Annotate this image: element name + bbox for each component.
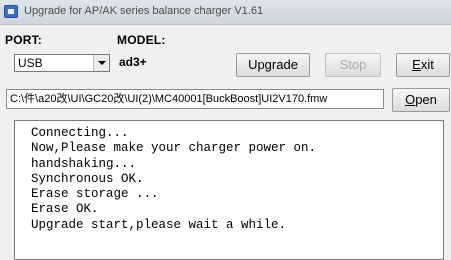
firmware-path-field[interactable]: C:\件\a20改\UI\GC20改\UI(2)\MC40001[BuckBoo… [6, 89, 384, 109]
log-line: Erase storage ... [31, 187, 159, 202]
open-button[interactable]: Open [392, 88, 450, 112]
stop-button[interactable]: Stop [325, 53, 381, 77]
log-line: Upgrade start,please wait a while. [31, 217, 287, 232]
log-line: Now,Please make your charger power on. [31, 141, 317, 156]
port-select-value: USB [18, 56, 43, 70]
model-label: MODEL: [117, 33, 166, 47]
log-line: Synchronous OK. [31, 171, 144, 186]
log-line: handshaking... [31, 156, 137, 171]
port-label: PORT: [5, 33, 42, 47]
upgrade-button[interactable]: Upgrade [236, 53, 310, 77]
chevron-down-icon[interactable] [93, 55, 109, 71]
model-select-value: ad3+ [119, 55, 147, 69]
port-select[interactable]: USB [14, 54, 110, 72]
model-select[interactable]: ad3+ [116, 54, 224, 72]
log-line: Erase OK. [31, 202, 99, 217]
window-title: Upgrade for AP/AK series balance charger… [24, 5, 264, 17]
log-line: Connecting... [31, 126, 129, 140]
exit-button[interactable]: Exit [396, 53, 450, 77]
app-icon [4, 5, 18, 18]
upgrade-log: Connecting... Now,Please make your charg… [14, 120, 444, 260]
title-bar: Upgrade for AP/AK series balance charger… [0, 0, 451, 25]
